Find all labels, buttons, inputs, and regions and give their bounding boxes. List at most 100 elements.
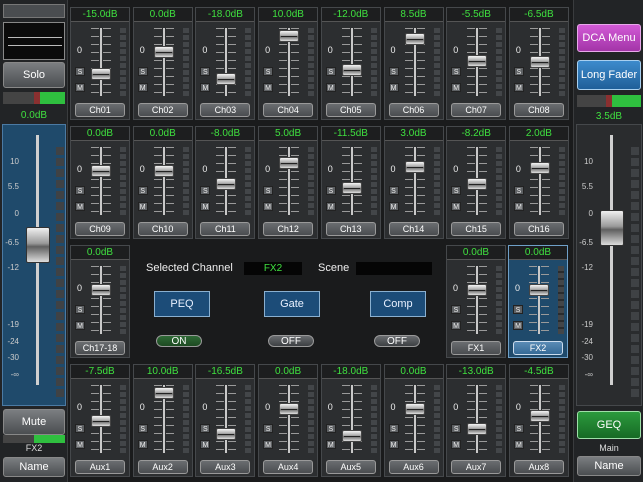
fader-cap[interactable] — [216, 177, 237, 190]
channel-strip[interactable]: 0.0dB 0 S M FX1 — [446, 245, 506, 358]
fader-cap[interactable] — [91, 284, 111, 297]
mute-button[interactable]: M — [200, 202, 211, 211]
mute-button[interactable]: M — [263, 83, 274, 92]
channel-strip[interactable]: -11.5dB 0 S M Ch13 — [320, 126, 381, 239]
overview-thumbnail[interactable] — [3, 4, 65, 18]
solo-button[interactable]: S — [75, 186, 85, 195]
channel-name-button[interactable]: Aux7 — [451, 460, 502, 474]
fader-cap[interactable] — [153, 387, 174, 400]
fader-cap[interactable] — [153, 46, 174, 59]
channel-strip[interactable]: 0.0dB 0 S M Ch10 — [132, 126, 193, 239]
channel-strip[interactable]: -8.2dB 0 S M Ch15 — [446, 126, 507, 239]
channel-strip[interactable]: -13.0dB 0 S M Aux7 — [446, 364, 507, 477]
channel-strip[interactable]: -4.5dB 0 S M Aux8 — [508, 364, 569, 477]
channel-name-button[interactable]: Ch02 — [137, 103, 188, 117]
mute-button[interactable]: M — [325, 202, 336, 211]
solo-button[interactable]: S — [263, 67, 274, 76]
scene-value[interactable] — [356, 262, 432, 275]
solo-button[interactable]: S — [200, 424, 211, 433]
channel-name-button[interactable]: Ch01 — [75, 103, 125, 117]
channel-name-button[interactable]: Aux1 — [75, 460, 125, 474]
channel-name-button[interactable]: FX2 — [513, 341, 563, 355]
solo-button[interactable]: S — [388, 67, 399, 76]
mute-button[interactable]: M — [200, 440, 211, 449]
solo-button[interactable]: S — [513, 424, 524, 433]
solo-button[interactable]: S — [137, 67, 148, 76]
channel-name-button[interactable]: Ch03 — [200, 103, 251, 117]
channel-name-button[interactable]: Aux3 — [200, 460, 251, 474]
solo-button[interactable]: S — [451, 67, 462, 76]
channel-name-button[interactable]: Ch16 — [513, 222, 564, 236]
mute-button[interactable]: M — [325, 83, 336, 92]
solo-button[interactable]: S — [325, 186, 336, 195]
channel-name-button[interactable]: Aux8 — [513, 460, 564, 474]
mute-button[interactable]: M — [513, 321, 523, 330]
fader-cap[interactable] — [91, 68, 111, 81]
channel-name-button[interactable]: Ch13 — [325, 222, 376, 236]
peq-toggle[interactable]: ON — [156, 335, 202, 347]
fader-cap[interactable] — [91, 165, 111, 178]
channel-strip[interactable]: 0.0dB 0 S M Aux4 — [258, 364, 319, 477]
solo-button[interactable]: S — [451, 186, 462, 195]
fader-cap[interactable] — [404, 403, 425, 416]
channel-name-button[interactable]: Ch09 — [75, 222, 125, 236]
left-fader-area[interactable]: 10 5.5 0 -6.5 -12 -19 -24 -30 -∞ — [2, 124, 66, 406]
channel-name-button[interactable]: Ch17-18 — [75, 341, 125, 355]
channel-name-button[interactable]: Ch11 — [200, 222, 251, 236]
fader-cap[interactable] — [529, 162, 550, 175]
mute-button[interactable]: M — [451, 440, 462, 449]
solo-button[interactable]: S — [513, 305, 523, 314]
mute-button[interactable]: M — [451, 202, 462, 211]
solo-button[interactable]: S — [200, 186, 211, 195]
fader-cap[interactable] — [279, 30, 300, 43]
channel-name-button[interactable]: Ch05 — [325, 103, 376, 117]
channel-strip[interactable]: 2.0dB 0 S M Ch16 — [508, 126, 569, 239]
channel-name-button[interactable]: Ch12 — [263, 222, 314, 236]
mute-button[interactable]: M — [75, 440, 85, 449]
solo-button[interactable]: S — [451, 424, 462, 433]
fader-cap[interactable] — [279, 157, 300, 170]
right-name-button[interactable]: Name — [577, 456, 641, 476]
channel-strip[interactable]: 0.0dB 0 S M Ch17-18 — [70, 245, 130, 358]
channel-strip[interactable]: -18.0dB 0 S M Aux5 — [320, 364, 381, 477]
comp-button[interactable]: Comp — [370, 291, 426, 317]
fader-cap[interactable] — [404, 160, 425, 173]
solo-button[interactable]: S — [75, 305, 85, 314]
fader-cap[interactable] — [529, 284, 549, 297]
overview-thumbnail-2[interactable] — [3, 22, 65, 60]
channel-strip[interactable]: -18.0dB 0 S M Ch03 — [195, 7, 256, 120]
channel-strip[interactable]: -7.5dB 0 S M Aux1 — [70, 364, 130, 477]
solo-button[interactable]: S — [263, 424, 274, 433]
channel-name-button[interactable]: Ch07 — [451, 103, 502, 117]
fader-cap[interactable] — [467, 177, 488, 190]
fader-cap[interactable] — [216, 73, 237, 85]
gate-toggle[interactable]: OFF — [268, 335, 314, 347]
mute-button[interactable]: M — [325, 440, 336, 449]
channel-strip[interactable]: 0.0dB 0 S M Aux6 — [383, 364, 444, 477]
geq-button[interactable]: GEQ — [577, 411, 641, 439]
solo-button[interactable]: S — [75, 67, 85, 76]
mute-button[interactable]: M — [513, 440, 524, 449]
channel-strip[interactable]: 10.0dB 0 S M Aux2 — [132, 364, 193, 477]
mute-button[interactable]: M — [388, 202, 399, 211]
channel-name-button[interactable]: Aux5 — [325, 460, 376, 474]
left-fader-cap[interactable] — [26, 227, 50, 263]
peq-button[interactable]: PEQ — [154, 291, 210, 317]
left-name-button[interactable]: Name — [3, 457, 65, 477]
channel-strip[interactable]: 0.0dB 0 S M Ch02 — [132, 7, 193, 120]
mute-button[interactable]: M — [451, 321, 461, 330]
fader-cap[interactable] — [467, 284, 487, 297]
mute-button[interactable]: M — [75, 83, 85, 92]
fader-cap[interactable] — [404, 32, 425, 45]
channel-name-button[interactable]: Aux4 — [263, 460, 314, 474]
right-fader-area[interactable]: 10 5.5 0 -6.5 -12 -19 -24 -30 -∞ — [576, 124, 642, 406]
channel-name-button[interactable]: FX1 — [451, 341, 501, 355]
mute-button[interactable]: M — [137, 83, 148, 92]
channel-strip[interactable]: 8.5dB 0 S M Ch06 — [383, 7, 444, 120]
channel-strip[interactable]: 0.0dB 0 S M FX2 — [508, 245, 568, 358]
channel-strip[interactable]: -16.5dB 0 S M Aux3 — [195, 364, 256, 477]
solo-button[interactable]: S — [388, 424, 399, 433]
channel-strip[interactable]: 5.0dB 0 S M Ch12 — [258, 126, 319, 239]
solo-button[interactable]: S — [325, 424, 336, 433]
solo-button[interactable]: S — [137, 424, 148, 433]
